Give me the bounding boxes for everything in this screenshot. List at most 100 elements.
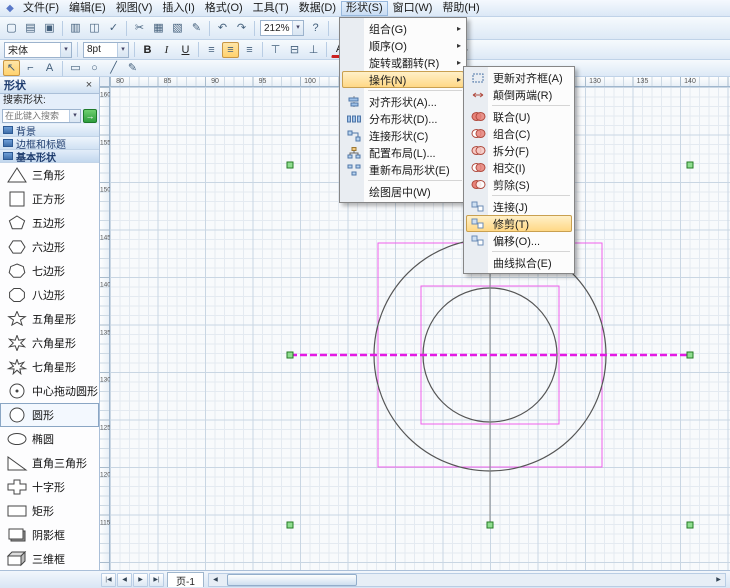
spelling-icon[interactable]: ✓ <box>105 20 122 36</box>
shape-item-star-5[interactable]: 五角星形 <box>0 307 99 331</box>
menu-window[interactable]: 窗口(W) <box>388 1 438 16</box>
search-input[interactable]: 在此键入搜索 ▾ <box>2 109 81 123</box>
selection-handle[interactable] <box>687 352 693 358</box>
shape-item-pentagon[interactable]: 五边形 <box>0 211 99 235</box>
last-page-button[interactable]: ▶| <box>149 573 164 587</box>
undo-icon[interactable]: ↶ <box>214 20 231 36</box>
shape-item-box-3d[interactable]: 三维框 <box>0 547 99 570</box>
rectangle-tool-icon[interactable]: ▭ <box>67 60 84 76</box>
menu-data[interactable]: 数据(D) <box>294 1 341 16</box>
print-icon[interactable]: ▥ <box>67 20 84 36</box>
menu-item-configure-layout[interactable]: 配置布局(L)... <box>342 144 464 161</box>
menu-tools[interactable]: 工具(T) <box>248 1 294 16</box>
prev-page-button[interactable]: ◀ <box>117 573 132 587</box>
menu-item-offset[interactable]: 偏移(O)... <box>466 232 572 249</box>
menu-item-subtract[interactable]: 剪除(S) <box>466 176 572 193</box>
dropdown-arrow-icon[interactable]: ▾ <box>292 21 303 35</box>
align-top-icon[interactable]: ⊤ <box>267 42 284 58</box>
align-center-icon[interactable]: ≡ <box>222 42 239 58</box>
menu-item-center-drawing[interactable]: 绘图居中(W) <box>342 183 464 200</box>
search-dropdown-icon[interactable]: ▾ <box>69 109 80 123</box>
print-preview-icon[interactable]: ◫ <box>86 20 103 36</box>
menu-item-fragment[interactable]: 拆分(F) <box>466 142 572 159</box>
selection-handle[interactable] <box>687 162 693 168</box>
underline-icon[interactable]: U <box>177 42 194 58</box>
line-tool-icon[interactable]: ╱ <box>105 60 122 76</box>
zoom-combo[interactable]: 212%▾ <box>260 20 304 36</box>
redo-icon[interactable]: ↷ <box>233 20 250 36</box>
format-painter-icon[interactable]: ✎ <box>188 20 205 36</box>
selection-handle[interactable] <box>287 162 293 168</box>
menu-edit[interactable]: 编辑(E) <box>64 1 111 16</box>
align-right-icon[interactable]: ≡ <box>241 42 258 58</box>
shape-item-star-7[interactable]: 七角星形 <box>0 355 99 379</box>
menu-item-group[interactable]: 组合(G)▸ <box>342 20 464 37</box>
first-page-button[interactable]: |◀ <box>101 573 116 587</box>
menu-item-intersect[interactable]: 相交(I) <box>466 159 572 176</box>
paste-icon[interactable]: ▧ <box>169 20 186 36</box>
pencil-tool-icon[interactable]: ✎ <box>124 60 141 76</box>
shape-item-circle[interactable]: 圆形 <box>0 403 99 427</box>
save-icon[interactable]: ▣ <box>41 20 58 36</box>
dropdown-arrow-icon[interactable]: ▾ <box>117 43 128 57</box>
text-tool-icon[interactable]: A <box>41 60 58 76</box>
pointer-tool-icon[interactable]: ↖ <box>3 60 20 76</box>
selection-handle[interactable] <box>487 522 493 528</box>
menu-format[interactable]: 格式(O) <box>200 1 248 16</box>
menu-item-union[interactable]: 联合(U) <box>466 108 572 125</box>
menu-item-operations[interactable]: 操作(N)▸ <box>342 71 464 88</box>
menu-item-reverse-ends[interactable]: 颠倒两端(R) <box>466 86 572 103</box>
menu-item-trim[interactable]: 修剪(T) <box>466 215 572 232</box>
menu-item-rotate-flip[interactable]: 旋转或翻转(R)▸ <box>342 54 464 71</box>
cut-icon[interactable]: ✂ <box>131 20 148 36</box>
menu-item-fit-curve[interactable]: 曲线拟合(E) <box>466 254 572 271</box>
shape-item-triangle[interactable]: 三角形 <box>0 163 99 187</box>
shape-item-octagon[interactable]: 八边形 <box>0 283 99 307</box>
open-icon[interactable]: ▤ <box>22 20 39 36</box>
page-tab[interactable]: 页-1 <box>167 572 204 587</box>
shape-item-hexagon[interactable]: 六边形 <box>0 235 99 259</box>
menu-shape[interactable]: 形状(S) <box>341 1 388 16</box>
dropdown-arrow-icon[interactable]: ▾ <box>60 43 71 57</box>
selection-handle[interactable] <box>687 522 693 528</box>
shape-item-shadow-box[interactable]: 阴影框 <box>0 523 99 547</box>
menu-item-join[interactable]: 连接(J) <box>466 198 572 215</box>
font-size-combo[interactable]: 8pt▾ <box>83 42 129 58</box>
scroll-left-icon[interactable]: ◀ <box>209 576 222 583</box>
align-middle-icon[interactable]: ⊟ <box>286 42 303 58</box>
help-icon[interactable]: ? <box>307 20 324 36</box>
shape-item-rectangle[interactable]: 矩形 <box>0 499 99 523</box>
shape-item-right-triangle[interactable]: 直角三角形 <box>0 451 99 475</box>
close-icon[interactable]: × <box>83 79 95 91</box>
font-family-combo[interactable]: 宋体▾ <box>4 42 72 58</box>
menu-item-combine[interactable]: 组合(C) <box>466 125 572 142</box>
shape-item-center-drag-circle[interactable]: 中心拖动圆形 <box>0 379 99 403</box>
selection-handle[interactable] <box>287 522 293 528</box>
shape-item-heptagon[interactable]: 七边形 <box>0 259 99 283</box>
shape-item-square[interactable]: 正方形 <box>0 187 99 211</box>
menu-item-relayout-shapes[interactable]: 重新布局形状(E) <box>342 161 464 178</box>
ellipse-tool-icon[interactable]: ○ <box>86 60 103 76</box>
menu-item-distribute-shapes[interactable]: 分布形状(D)... <box>342 110 464 127</box>
menu-item-update-alignment-box[interactable]: 更新对齐框(A) <box>466 69 572 86</box>
horizontal-scrollbar[interactable]: ◀ ▶ <box>208 573 726 587</box>
bold-icon[interactable]: B <box>139 42 156 58</box>
copy-icon[interactable]: ▦ <box>150 20 167 36</box>
scrollbar-thumb[interactable] <box>227 574 357 586</box>
menu-item-align-shapes[interactable]: 对齐形状(A)... <box>342 93 464 110</box>
menu-item-connect-shapes[interactable]: 连接形状(C) <box>342 127 464 144</box>
search-go-button[interactable]: → <box>83 109 97 123</box>
new-document-icon[interactable]: ▢ <box>3 20 20 36</box>
shape-item-cross[interactable]: 十字形 <box>0 475 99 499</box>
menu-insert[interactable]: 插入(I) <box>157 1 199 16</box>
scroll-right-icon[interactable]: ▶ <box>712 576 725 583</box>
menu-help[interactable]: 帮助(H) <box>437 1 484 16</box>
next-page-button[interactable]: ▶ <box>133 573 148 587</box>
align-bottom-icon[interactable]: ⊥ <box>305 42 322 58</box>
shape-item-ellipse[interactable]: 椭圆 <box>0 427 99 451</box>
menu-file[interactable]: 文件(F) <box>18 1 64 16</box>
align-left-icon[interactable]: ≡ <box>203 42 220 58</box>
stencil-section-basic-shapes[interactable]: 基本形状 <box>0 150 99 163</box>
connector-tool-icon[interactable]: ⌐ <box>22 60 39 76</box>
selection-handle[interactable] <box>287 352 293 358</box>
